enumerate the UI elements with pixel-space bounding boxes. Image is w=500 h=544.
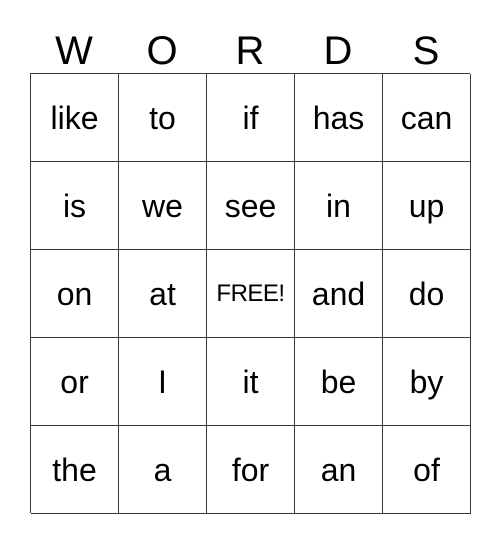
header-letter-1: W [55,29,93,73]
table-row: on at FREE! and do [31,250,471,338]
header-letter-3: R [235,29,265,73]
bingo-cell[interactable]: like [31,74,119,162]
bingo-cell[interactable]: an [295,426,383,514]
bingo-cell[interactable]: see [207,162,295,250]
bingo-card: W O R D S like to if has can is we see i… [30,14,471,514]
header-letter-4: D [323,29,353,73]
bingo-cell[interactable]: up [383,162,471,250]
bingo-cell[interactable]: and [295,250,383,338]
bingo-cell[interactable]: in [295,162,383,250]
bingo-cell[interactable]: the [31,426,119,514]
bingo-cell[interactable]: a [119,426,207,514]
bingo-cell[interactable]: on [31,250,119,338]
bingo-cell[interactable]: be [295,338,383,426]
table-row: or I it be by [31,338,471,426]
table-row: like to if has can [31,74,471,162]
bingo-cell[interactable]: or [31,338,119,426]
bingo-cell[interactable]: by [383,338,471,426]
table-row: the a for an of [31,426,471,514]
bingo-cell[interactable]: for [207,426,295,514]
bingo-cell[interactable]: can [383,74,471,162]
bingo-cell[interactable]: of [383,426,471,514]
header-letter-5: S [412,29,440,73]
bingo-cell[interactable]: has [295,74,383,162]
table-row: is we see in up [31,162,471,250]
bingo-cell[interactable]: I [119,338,207,426]
bingo-cell[interactable]: do [383,250,471,338]
bingo-cell[interactable]: to [119,74,207,162]
bingo-cell[interactable]: is [31,162,119,250]
bingo-cell[interactable]: at [119,250,207,338]
header-letter-2: O [146,29,178,73]
bingo-free-space-cell[interactable]: FREE! [207,250,295,338]
bingo-grid: like to if has can is we see in up on at… [30,73,471,514]
bingo-header-row: W O R D S [30,14,470,73]
bingo-cell[interactable]: if [207,74,295,162]
bingo-cell[interactable]: it [207,338,295,426]
bingo-cell[interactable]: we [119,162,207,250]
